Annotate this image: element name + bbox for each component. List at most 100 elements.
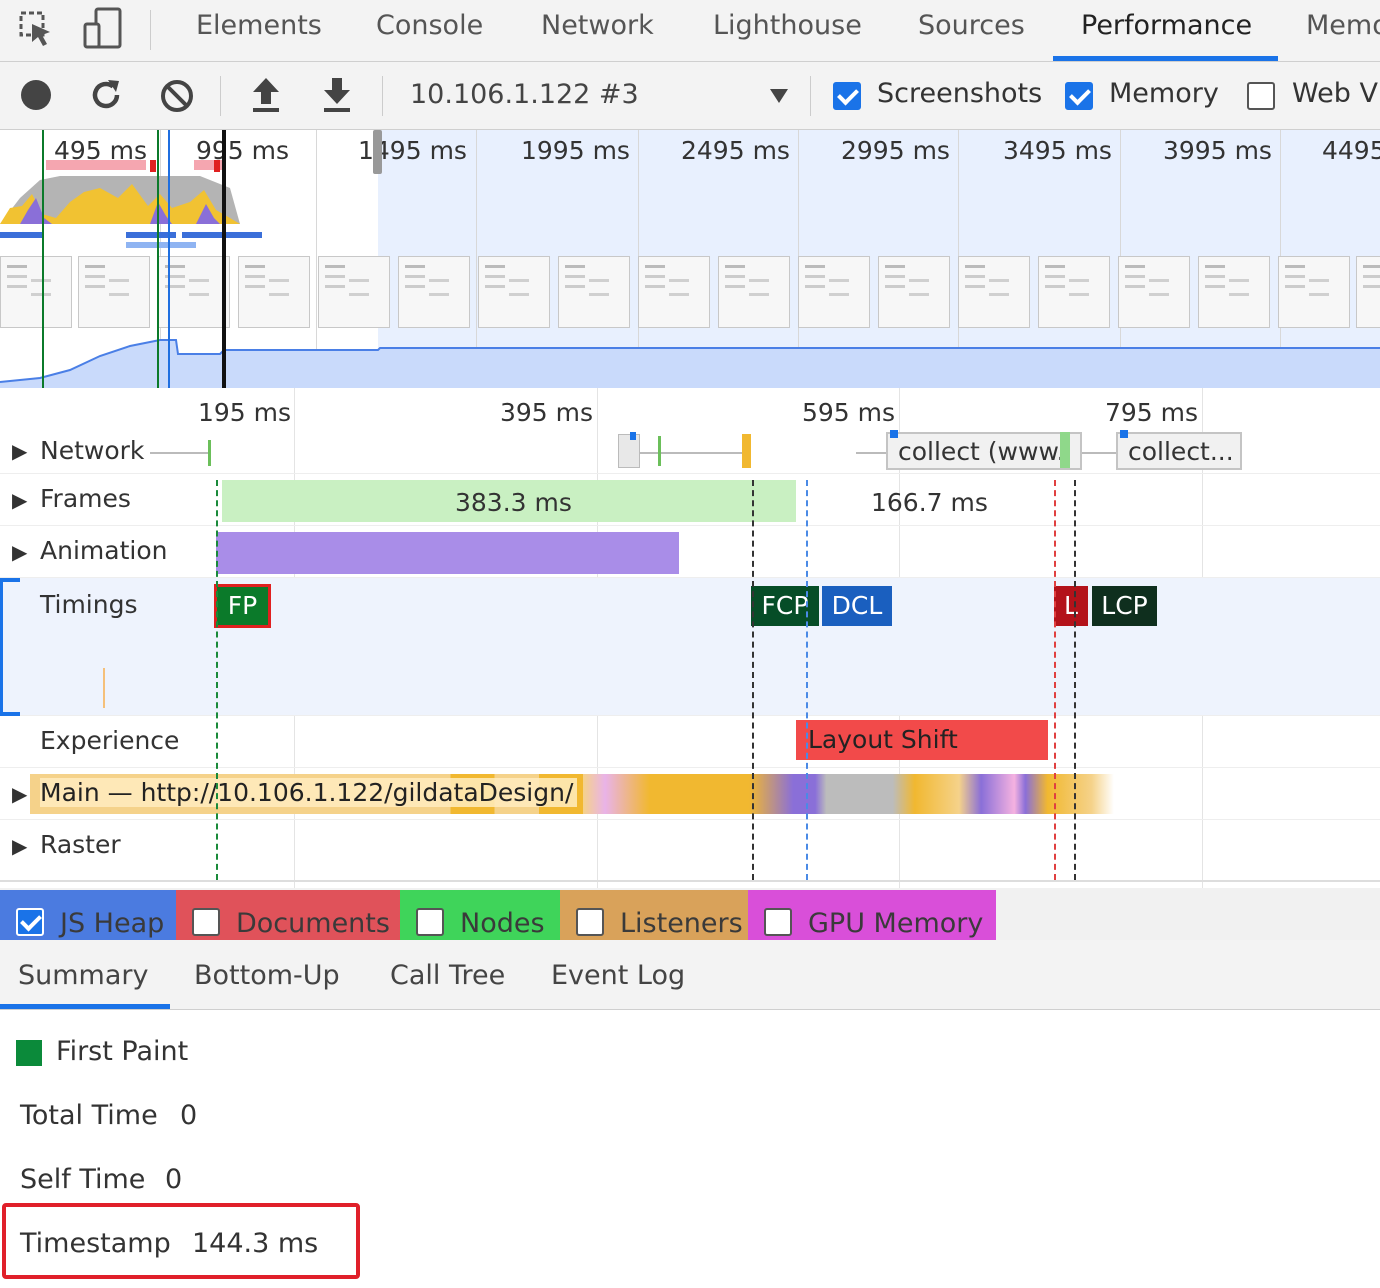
active-tab-indicator bbox=[1053, 56, 1278, 61]
layout-shift-label: Layout Shift bbox=[808, 725, 958, 754]
tab-lighthouse[interactable]: Lighthouse bbox=[713, 10, 862, 41]
js-heap-checkbox[interactable] bbox=[16, 908, 44, 936]
expand-triangle-icon[interactable]: ▶ bbox=[12, 782, 27, 806]
counter-nodes[interactable]: Nodes bbox=[400, 890, 560, 940]
screenshot-thumbnail[interactable] bbox=[238, 256, 310, 328]
screenshot-thumbnail[interactable] bbox=[318, 256, 390, 328]
animation-block[interactable] bbox=[216, 532, 679, 574]
counter-listeners[interactable]: Listeners bbox=[560, 890, 748, 940]
expand-triangle-icon[interactable]: ▶ bbox=[12, 834, 27, 858]
inspect-element-icon[interactable] bbox=[18, 10, 54, 48]
network-request[interactable] bbox=[618, 434, 640, 468]
screenshot-thumbnail[interactable] bbox=[638, 256, 710, 328]
track-network[interactable]: ▶ Network collect (www.g... collect... bbox=[0, 428, 1380, 474]
frame-duration-label: 166.7 ms bbox=[871, 488, 988, 517]
screenshot-thumbnail[interactable] bbox=[78, 256, 150, 328]
tab-performance[interactable]: Performance bbox=[1081, 10, 1252, 41]
screenshot-thumbnail[interactable] bbox=[958, 256, 1030, 328]
overview-tick-label: 1995 ms bbox=[521, 136, 630, 165]
reload-record-icon[interactable] bbox=[88, 77, 124, 117]
time-ruler-label: 595 ms bbox=[802, 398, 896, 427]
track-experience[interactable]: Experience Layout Shift bbox=[0, 716, 1380, 768]
screenshot-thumbnail[interactable] bbox=[1118, 256, 1190, 328]
profile-select-value: 10.106.1.122 #3 bbox=[410, 79, 639, 110]
summary-value-total-time: 0 bbox=[180, 1100, 198, 1131]
expand-triangle-icon[interactable]: ▶ bbox=[12, 540, 27, 564]
gpu-memory-checkbox[interactable] bbox=[764, 908, 792, 936]
screenshot-thumbnail[interactable] bbox=[1356, 256, 1380, 328]
tab-network[interactable]: Network bbox=[541, 10, 654, 41]
track-bracket bbox=[0, 578, 20, 582]
screenshot-thumbnail[interactable] bbox=[1278, 256, 1350, 328]
counter-documents[interactable]: Documents bbox=[176, 890, 400, 940]
network-request-collect[interactable]: collect... bbox=[1116, 432, 1242, 470]
devtools-window: Elements Console Network Lighthouse Sour… bbox=[0, 0, 1380, 1288]
marker-line-dcl bbox=[806, 480, 808, 880]
download-profile-icon[interactable] bbox=[320, 76, 354, 118]
documents-checkbox[interactable] bbox=[192, 908, 220, 936]
screenshot-thumbnail[interactable] bbox=[878, 256, 950, 328]
network-request-start bbox=[1120, 430, 1128, 438]
tab-elements[interactable]: Elements bbox=[196, 10, 322, 41]
counter-gpu-memory[interactable]: GPU Memory bbox=[748, 890, 996, 940]
clear-icon[interactable] bbox=[159, 78, 195, 118]
upload-profile-icon[interactable] bbox=[249, 76, 283, 118]
profile-select[interactable]: 10.106.1.122 #3 bbox=[395, 70, 800, 122]
marker-load[interactable]: L bbox=[1054, 586, 1088, 626]
marker-lcp[interactable]: LCP bbox=[1092, 586, 1157, 626]
nodes-checkbox[interactable] bbox=[416, 908, 444, 936]
tab-summary[interactable]: Summary bbox=[18, 960, 148, 991]
tab-bottom-up[interactable]: Bottom-Up bbox=[194, 960, 340, 991]
web-vitals-checkbox[interactable] bbox=[1247, 82, 1275, 110]
network-request[interactable] bbox=[1060, 432, 1070, 468]
layout-shift-block[interactable]: Layout Shift bbox=[796, 720, 1048, 760]
frame-block[interactable]: 383.3 ms bbox=[222, 480, 796, 522]
track-timings[interactable]: Timings FP FCP DCL L LCP bbox=[0, 578, 1380, 716]
timeline-overview[interactable]: 495 ms 995 ms 1495 ms 1995 ms 2495 ms 29… bbox=[0, 130, 1380, 388]
overview-window-handle[interactable] bbox=[373, 130, 382, 174]
screenshot-thumbnail[interactable] bbox=[398, 256, 470, 328]
overview-marker bbox=[157, 130, 159, 388]
marker-fcp[interactable]: FCP bbox=[751, 586, 819, 626]
screenshot-thumbnail[interactable] bbox=[798, 256, 870, 328]
tab-event-log[interactable]: Event Log bbox=[551, 960, 685, 991]
tab-sources[interactable]: Sources bbox=[918, 10, 1025, 41]
device-toolbar-icon[interactable] bbox=[82, 6, 124, 50]
memory-checkbox[interactable] bbox=[1065, 82, 1093, 110]
track-frames[interactable]: ▶ Frames 383.3 ms 166.7 ms bbox=[0, 474, 1380, 526]
screenshot-thumbnail[interactable] bbox=[718, 256, 790, 328]
listeners-checkbox[interactable] bbox=[576, 908, 604, 936]
flamechart-panel[interactable]: 195 ms 395 ms 595 ms 795 ms ▶ Network co… bbox=[0, 388, 1380, 888]
tab-memory[interactable]: Memo bbox=[1306, 10, 1380, 41]
time-ruler-label: 195 ms bbox=[198, 398, 292, 427]
marker-dcl[interactable]: DCL bbox=[822, 586, 892, 626]
tab-call-tree[interactable]: Call Tree bbox=[390, 960, 505, 991]
network-request-collect[interactable]: collect (www.g... bbox=[886, 432, 1082, 470]
counter-label: Nodes bbox=[460, 908, 545, 939]
expand-triangle-icon[interactable]: ▶ bbox=[12, 439, 27, 463]
counter-js-heap[interactable]: JS Heap bbox=[0, 890, 176, 940]
marker-fp[interactable]: FP bbox=[214, 584, 271, 628]
screenshots-checkbox[interactable] bbox=[833, 82, 861, 110]
screenshot-thumbnail[interactable] bbox=[1198, 256, 1270, 328]
screenshot-thumbnail[interactable] bbox=[478, 256, 550, 328]
track-main[interactable]: ▶ Main — http://10.106.1.122/gildataDesi… bbox=[0, 768, 1380, 820]
screenshot-thumbnail[interactable] bbox=[0, 256, 72, 328]
expand-triangle-icon[interactable]: ▶ bbox=[12, 488, 27, 512]
track-label: Raster bbox=[40, 830, 121, 859]
details-tab-bar: Summary Bottom-Up Call Tree Event Log bbox=[0, 940, 1380, 1010]
toolbar-divider bbox=[810, 76, 811, 116]
network-request[interactable] bbox=[208, 440, 211, 466]
track-raster[interactable]: ▶ Raster bbox=[0, 820, 1380, 872]
tab-console[interactable]: Console bbox=[376, 10, 483, 41]
network-request[interactable] bbox=[742, 434, 751, 468]
screenshot-thumbnail[interactable] bbox=[1038, 256, 1110, 328]
network-request[interactable] bbox=[658, 436, 661, 466]
overview-window-handle[interactable] bbox=[222, 130, 226, 388]
screenshot-thumbnail[interactable] bbox=[558, 256, 630, 328]
record-icon[interactable] bbox=[20, 79, 52, 115]
track-label: Timings bbox=[40, 590, 138, 619]
counter-label: GPU Memory bbox=[808, 908, 984, 939]
active-tab-indicator bbox=[0, 1004, 170, 1009]
track-animation[interactable]: ▶ Animation bbox=[0, 526, 1380, 578]
